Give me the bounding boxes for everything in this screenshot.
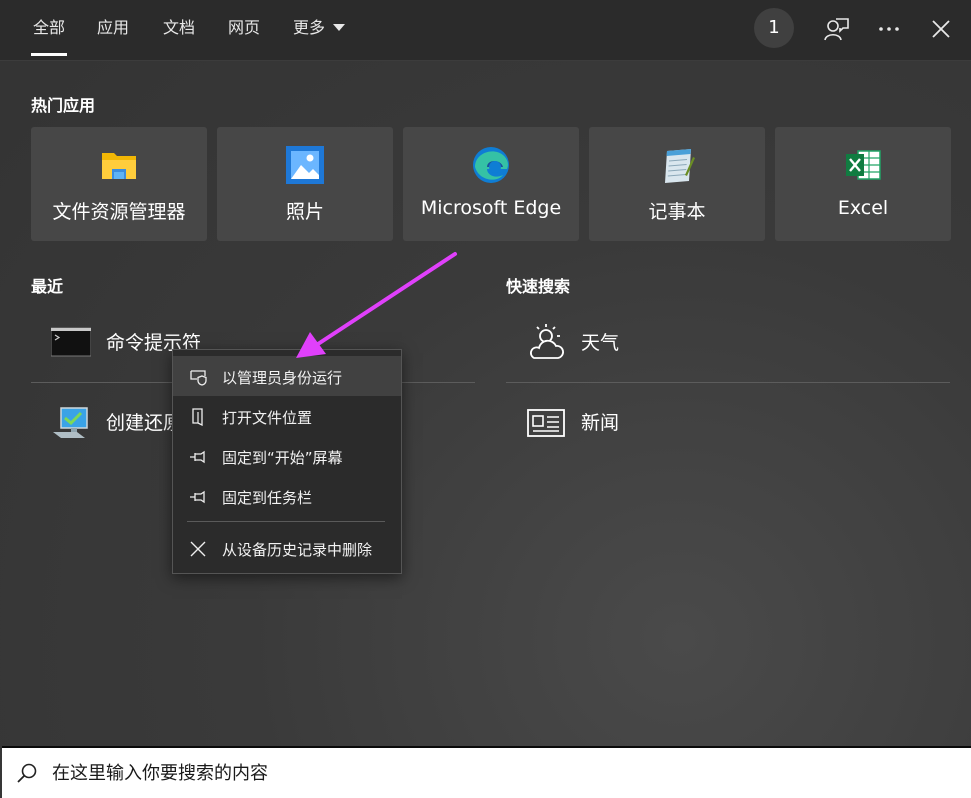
app-tile-label: Excel [837,197,889,219]
menu-item-label: 打开文件位置 [222,409,313,427]
cmd-icon [51,327,91,357]
folder-icon [102,153,136,179]
menu-item-label: 从设备历史记录中删除 [222,541,373,559]
app-tile-edge[interactable]: Microsoft Edge [403,127,579,241]
ellipsis-icon[interactable] [874,14,904,44]
app-tile-notepad[interactable]: 记事本 [589,127,765,241]
pin-icon [190,450,205,464]
search-icon [17,763,37,783]
context-menu: 以管理员身份运行 打开文件位置 固定到“开始”屏幕 固定到任务栏 从设备历史记录… [172,349,402,574]
file-location-icon [192,408,203,426]
computer-icon [53,407,88,438]
menu-item-label: 固定到任务栏 [222,489,313,507]
rewards-badge[interactable]: 1 [754,8,794,48]
recent-title: 最近 [31,277,64,296]
app-tile-label: 记事本 [648,201,706,223]
top-bar: 全部 应用 文档 网页 更多 1 [0,0,971,61]
tab-web[interactable]: 网页 [228,0,260,56]
quick-search-news[interactable]: 新闻 [506,384,950,462]
app-tile-file-explorer[interactable]: 文件资源管理器 [31,127,207,241]
menu-item-run-as-admin[interactable]: 以管理员身份运行 [173,356,401,396]
notepad-icon [665,149,695,183]
quick-search-label: 新闻 [581,412,620,434]
news-icon [527,409,565,437]
quick-search-title: 快速搜索 [506,277,571,296]
feedback-icon[interactable] [821,14,851,44]
hot-apps-title: 热门应用 [31,96,96,115]
app-tile-label: Microsoft Edge [420,197,562,219]
menu-item-open-file-location[interactable]: 打开文件位置 [173,396,401,436]
app-tile-photos[interactable]: 照片 [217,127,393,241]
menu-item-label: 固定到“开始”屏幕 [222,449,343,467]
menu-item-pin-to-start[interactable]: 固定到“开始”屏幕 [173,436,401,476]
weather-icon [530,324,564,359]
app-tile-excel[interactable]: Excel [775,127,951,241]
tab-apps[interactable]: 应用 [97,0,129,56]
tab-all[interactable]: 全部 [30,0,68,56]
pin-icon [190,490,205,504]
photos-icon [286,146,324,184]
edge-icon [473,147,509,183]
quick-search-label: 天气 [581,332,620,354]
tab-documents[interactable]: 文档 [163,0,195,56]
menu-item-pin-to-taskbar[interactable]: 固定到任务栏 [173,476,401,516]
close-icon[interactable] [926,14,956,44]
shield-icon [190,370,207,386]
tab-more[interactable]: 更多 [293,0,346,56]
menu-item-remove-from-history[interactable]: 从设备历史记录中删除 [173,528,401,568]
chevron-down-icon [333,24,346,31]
excel-icon [846,150,881,180]
app-tile-label: 照片 [285,201,324,223]
search-bar [2,746,971,798]
tab-more-label: 更多 [293,18,326,37]
menu-separator [187,521,385,522]
close-icon [190,541,206,557]
quick-search-weather[interactable]: 天气 [506,304,950,382]
search-input[interactable] [50,756,934,790]
divider [506,382,950,383]
menu-item-label: 以管理员身份运行 [222,369,343,387]
app-tile-label: 文件资源管理器 [52,201,186,223]
